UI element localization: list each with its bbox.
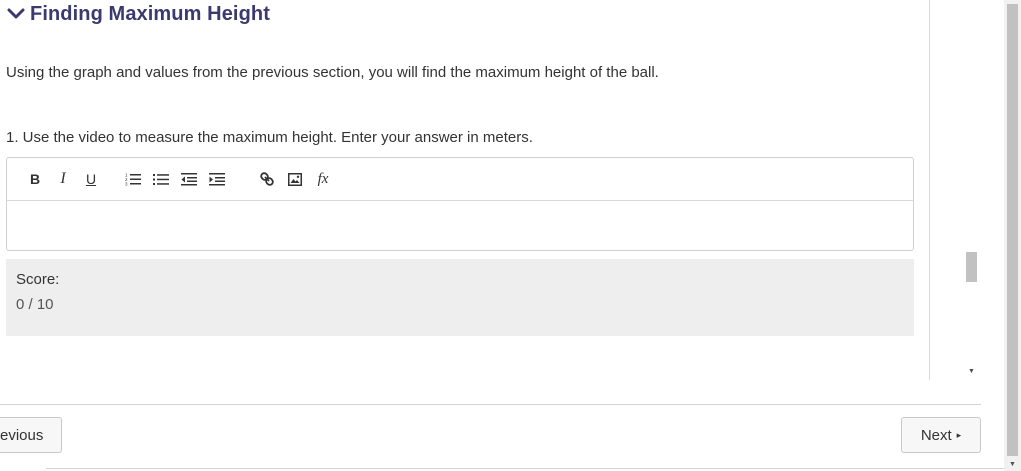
page-scrollbar[interactable]: ▼ xyxy=(1004,0,1021,471)
page-scroll-down-arrow-icon[interactable]: ▼ xyxy=(1004,459,1021,469)
rich-text-editor: B I U 1 2 3 fx xyxy=(6,157,914,251)
link-icon[interactable] xyxy=(253,167,281,191)
formula-icon: fx xyxy=(317,170,329,187)
section-heading[interactable]: Finding Maximum Height xyxy=(6,2,270,26)
score-label: Score: xyxy=(16,271,60,288)
score-panel: Score: 0 / 10 xyxy=(6,259,914,336)
next-button-label: Next xyxy=(920,426,952,444)
section-title: Finding Maximum Height xyxy=(30,2,270,25)
bold-button[interactable]: B xyxy=(21,167,49,191)
chevron-down-icon[interactable] xyxy=(6,2,26,26)
pane-divider xyxy=(929,0,930,380)
italic-button[interactable]: I xyxy=(49,167,77,191)
underline-button[interactable]: U xyxy=(77,167,105,191)
formula-button[interactable]: fx xyxy=(309,167,337,191)
image-icon[interactable] xyxy=(281,167,309,191)
question-text: 1. Use the video to measure the maximum … xyxy=(6,129,533,146)
svg-text:3: 3 xyxy=(125,182,128,187)
scroll-down-arrow-icon[interactable]: ▼ xyxy=(963,366,980,376)
caret-right-icon: ▸ xyxy=(956,429,962,440)
bullet-list-icon[interactable] xyxy=(147,167,175,191)
previous-button[interactable]: revious xyxy=(0,417,62,453)
page-scrollbar-thumb[interactable] xyxy=(1007,4,1018,456)
outdent-icon[interactable] xyxy=(175,167,203,191)
previous-button-label: revious xyxy=(0,426,44,444)
bottom-divider xyxy=(46,468,1004,469)
section-intro-text: Using the graph and values from the prev… xyxy=(6,64,659,81)
answer-input[interactable] xyxy=(7,201,913,249)
footer-divider xyxy=(0,404,981,405)
content-pane: Finding Maximum Height Using the graph a… xyxy=(0,0,930,380)
page-viewport: Finding Maximum Height Using the graph a… xyxy=(0,0,1021,471)
ordered-list-icon[interactable]: 1 2 3 xyxy=(119,167,147,191)
editor-toolbar: B I U 1 2 3 fx xyxy=(7,158,913,201)
next-button[interactable]: Next ▸ xyxy=(901,417,981,453)
inner-scrollbar-thumb[interactable] xyxy=(966,252,977,282)
inner-scrollbar[interactable]: ▼ xyxy=(963,0,980,380)
indent-icon[interactable] xyxy=(203,167,231,191)
score-value: 0 / 10 xyxy=(16,296,54,313)
